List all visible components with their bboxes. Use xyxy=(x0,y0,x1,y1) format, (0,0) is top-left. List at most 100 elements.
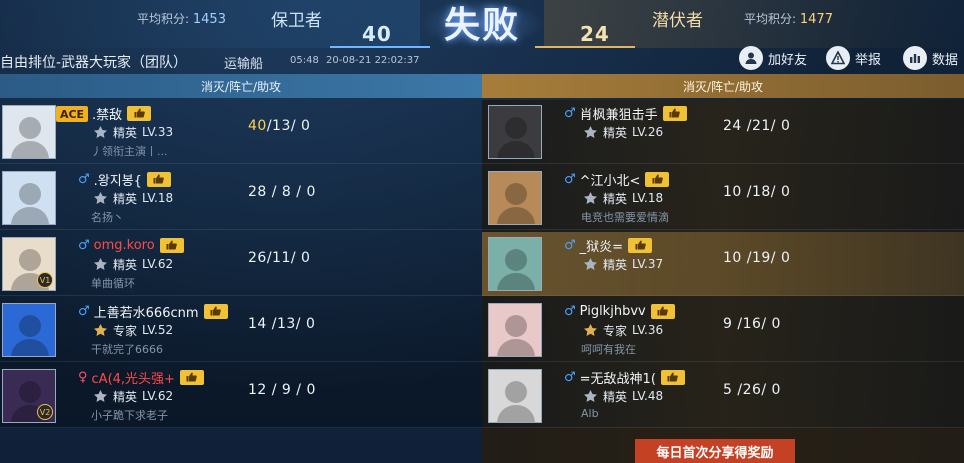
report-button[interactable]: 举报 xyxy=(826,46,881,70)
player-level: LV.26 xyxy=(632,125,664,139)
player-avatar[interactable] xyxy=(488,171,542,225)
rank-emblem-icon xyxy=(92,191,109,206)
gender-icon: ♂ xyxy=(564,171,576,187)
add-friend-label: 加好友 xyxy=(768,52,808,68)
player-row[interactable]: ♂ .왕지봉{精英 LV.18 名扬丶 28 / 8 / 0 xyxy=(0,166,482,230)
player-level: LV.37 xyxy=(632,257,664,271)
player-row[interactable]: ♂ 肖枫兼狙击手 精英 LV.26 24 /21/ 0 xyxy=(482,100,964,164)
player-rank: 专家 LV.52 xyxy=(92,321,173,339)
player-name: ♂ ^江小北< xyxy=(564,170,670,189)
player-avatar[interactable] xyxy=(488,237,542,291)
player-avatar[interactable] xyxy=(2,303,56,357)
player-name-text: _狱炎= xyxy=(579,239,624,255)
right-team-name: 潜伏者 xyxy=(652,11,703,31)
rank-emblem-icon xyxy=(582,389,599,404)
player-rank: 精英 LV.62 xyxy=(92,387,173,405)
thumbs-up-icon[interactable] xyxy=(146,171,171,187)
report-label: 举报 xyxy=(855,52,882,68)
data-button[interactable]: 数据 xyxy=(903,46,958,70)
thumbs-up-icon[interactable] xyxy=(628,237,653,253)
thumbs-up-icon[interactable] xyxy=(203,303,228,319)
player-signature: 名扬丶 xyxy=(91,211,124,224)
left-column-header: 消灭/阵亡/助攻 xyxy=(0,74,482,98)
gender-icon: ♂ xyxy=(78,303,90,319)
player-signature: 呵呵有我在 xyxy=(581,343,636,356)
player-row[interactable]: ACE .禁敌精英 LV.33 丿领衔主演丨... 40/13/ 0 xyxy=(0,100,482,164)
rank-emblem-icon xyxy=(582,125,599,140)
share-reward-button[interactable]: 每日首次分享得奖励 xyxy=(635,439,795,463)
left-average-score: 平均积分: 1453 xyxy=(137,12,226,27)
left-footer-band xyxy=(0,428,482,463)
gender-icon: ♂ xyxy=(78,171,90,187)
player-level: LV.52 xyxy=(142,323,174,337)
player-name-text: ^江小北< xyxy=(579,173,641,189)
player-row[interactable]: ♂ Piglkjhbvv 专家 LV.36 呵呵有我在 9 /16/ 0 xyxy=(482,298,964,362)
player-name: ♂ =无敌战神1( xyxy=(564,368,685,387)
player-signature: 电竞也需要爱情滴 xyxy=(581,211,669,224)
player-row[interactable]: ♂ 上善若水666cnm 专家 LV.52 干就完了6666 14 /13/ 0 xyxy=(0,298,482,362)
right-score-underline xyxy=(535,46,635,48)
player-avatar[interactable] xyxy=(2,171,56,225)
thumbs-up-icon[interactable] xyxy=(662,105,687,121)
player-row[interactable]: ♂ _狱炎= 精英 LV.37 10 /19/ 0 xyxy=(482,232,964,296)
player-kda: 24 /21/ 0 xyxy=(723,118,791,134)
player-name-text: .禁敌 xyxy=(92,107,123,123)
player-kda: 26/11/ 0 xyxy=(248,250,311,266)
player-kda: 10 /18/ 0 xyxy=(723,184,791,200)
player-name: ♂ omg.koro xyxy=(78,236,184,254)
add-friend-button[interactable]: 加好友 xyxy=(739,46,807,70)
player-level: LV.62 xyxy=(142,389,174,403)
thumbs-up-icon[interactable] xyxy=(127,105,152,121)
player-name-text: .왕지봉{ xyxy=(93,173,142,189)
rank-title: 精英 xyxy=(113,257,138,272)
rank-title: 专家 xyxy=(603,323,628,338)
ace-badge: ACE xyxy=(56,106,88,122)
player-rank: 精英 LV.33 xyxy=(92,123,173,141)
match-duration: 05:48 xyxy=(290,55,319,66)
rank-title: 精英 xyxy=(113,389,138,404)
kda-rest: /13/ 0 xyxy=(266,118,311,134)
thumbs-up-icon[interactable] xyxy=(179,369,204,385)
player-rank: 精英 LV.48 xyxy=(582,387,663,405)
player-avatar[interactable] xyxy=(2,105,56,159)
gender-icon: ♂ xyxy=(564,303,576,319)
player-kda: 10 /19/ 0 xyxy=(723,250,791,266)
match-mode: 自由排位-武器大玩家（团队） xyxy=(0,55,188,71)
player-name-text: 上善若水666cnm xyxy=(93,305,199,321)
player-level: LV.48 xyxy=(632,389,664,403)
player-row[interactable]: ♂ ^江小北< 精英 LV.18 电竞也需要爱情滴 10 /18/ 0 xyxy=(482,166,964,230)
player-kda: 40/13/ 0 xyxy=(248,118,310,134)
player-avatar[interactable] xyxy=(488,105,542,159)
player-rank: 精英 LV.18 xyxy=(582,189,663,207)
player-name: ♂ Piglkjhbvv xyxy=(564,302,675,320)
rank-emblem-icon xyxy=(582,323,599,338)
player-level: LV.33 xyxy=(142,125,174,139)
thumbs-up-icon[interactable] xyxy=(159,237,184,253)
player-kda: 9 /16/ 0 xyxy=(723,316,781,332)
thumbs-up-icon[interactable] xyxy=(660,369,685,385)
data-label: 数据 xyxy=(932,52,959,68)
player-row[interactable]: ♂ =无敌战神1(精英 LV.48 Alb 5 /26/ 0 xyxy=(482,364,964,428)
player-rank: 精英 LV.62 xyxy=(92,255,173,273)
thumbs-up-icon[interactable] xyxy=(645,171,670,187)
vip-badge: V1 xyxy=(37,272,53,288)
rank-title: 精英 xyxy=(603,389,628,404)
player-name-text: Piglkjhbvv xyxy=(579,303,646,319)
player-signature: 丿领衔主演丨... xyxy=(91,145,168,158)
thumbs-up-icon[interactable] xyxy=(650,303,675,319)
kda-kills: 40 xyxy=(248,118,267,134)
player-signature: 单曲循环 xyxy=(91,277,135,290)
player-avatar[interactable] xyxy=(488,303,542,357)
rank-title: 精英 xyxy=(113,125,138,140)
player-name: ♂ 肖枫兼狙击手 xyxy=(564,104,687,123)
player-avatar[interactable] xyxy=(488,369,542,423)
bar-chart-icon xyxy=(903,46,927,70)
player-name-text: omg.koro xyxy=(93,237,155,253)
player-level: LV.18 xyxy=(632,191,664,205)
gender-icon: ♂ xyxy=(564,369,576,385)
gender-icon: ♂ xyxy=(564,237,576,253)
player-row[interactable]: V1 ♂ omg.koro 精英 LV.62 单曲循环 26/11/ 0 xyxy=(0,232,482,296)
player-name: ♂ _狱炎= xyxy=(564,236,653,255)
player-row[interactable]: V2 ♀ cA(4,光头强+ 精英 LV.62 小子跪下求老子 12 / 9 / 0 xyxy=(0,364,482,428)
left-team-name: 保卫者 xyxy=(271,11,322,31)
